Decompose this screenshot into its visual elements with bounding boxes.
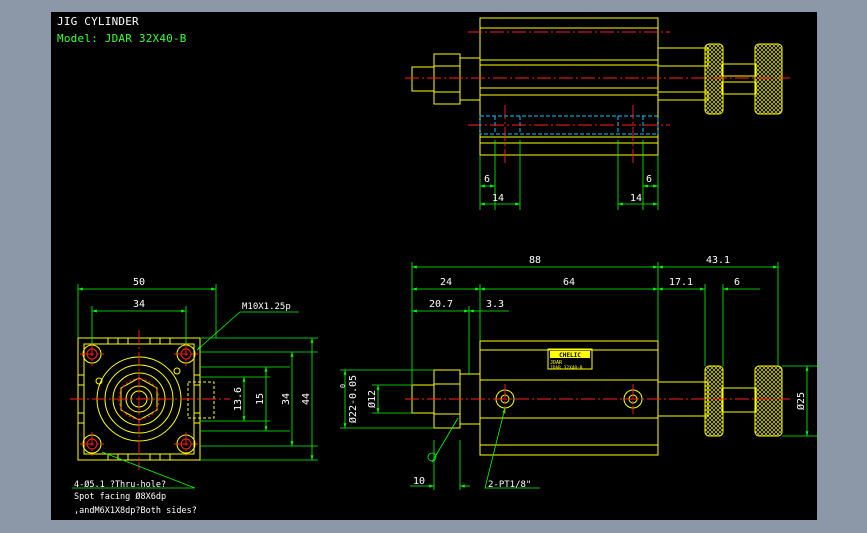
dim-port-offset-right: 6 bbox=[646, 174, 652, 185]
front-view: 50 34 13.6 15 34 44 M10X1.25p 4-Ø5.1 ?Th… bbox=[70, 277, 318, 516]
hole-note-2: Spot facing Ø8X6dp bbox=[74, 491, 166, 502]
dim-thread-dia: 13.6 bbox=[233, 387, 244, 411]
dim-rod-gap: 3.3 bbox=[486, 299, 504, 310]
label-brand: CHELIC bbox=[559, 352, 581, 359]
dim-front-length: 24 bbox=[440, 277, 452, 288]
dim-port-dia: 15 bbox=[255, 393, 266, 405]
dim-hole-pitch-v: 34 bbox=[281, 393, 292, 405]
dim-rod-ext: 20.7 bbox=[429, 299, 453, 310]
port-callout: 2-PT1/8" bbox=[488, 480, 531, 490]
dim-knob-length: 43.1 bbox=[706, 255, 730, 266]
top-view: 6 14 6 14 bbox=[405, 17, 790, 210]
dim-height-overall: 44 bbox=[301, 393, 312, 405]
dim-port-width-left: 14 bbox=[492, 193, 504, 204]
cad-drawing: 6 14 6 14 50 34 13.6 15 34 44 M10X1.25p … bbox=[70, 17, 820, 516]
dim-nut-width: 10 bbox=[413, 476, 425, 487]
dim-rod-dia: Ø22-0.05 bbox=[347, 375, 359, 423]
label-line2: JDAR 32X40-B bbox=[550, 365, 583, 371]
thread-callout: M10X1.25p bbox=[242, 302, 291, 312]
dim-rod-dia-tol: 0 bbox=[339, 384, 347, 388]
dim-width-overall: 50 bbox=[133, 277, 145, 288]
dim-port-offset-left: 6 bbox=[484, 174, 490, 185]
side-view: 88 43.1 24 64 17.1 6 20.7 3.3 Ø22-0.05 0… bbox=[339, 255, 820, 490]
hole-note-3: ,andM6X1X8dp?Both sides? bbox=[74, 506, 197, 516]
dim-knob-dia: Ø25 bbox=[795, 392, 807, 410]
dim-knob-a: 17.1 bbox=[669, 277, 693, 288]
hole-note-1: 4-Ø5.1 ?Thru-hole? bbox=[74, 479, 166, 490]
dim-cyl-length: 64 bbox=[563, 277, 575, 288]
dim-knob-b: 6 bbox=[734, 277, 740, 288]
dim-body-length: 88 bbox=[529, 255, 541, 266]
dim-piston-dia: Ø12 bbox=[366, 390, 378, 408]
dim-hole-pitch-h: 34 bbox=[133, 299, 145, 310]
dim-port-width-right: 14 bbox=[630, 193, 642, 204]
